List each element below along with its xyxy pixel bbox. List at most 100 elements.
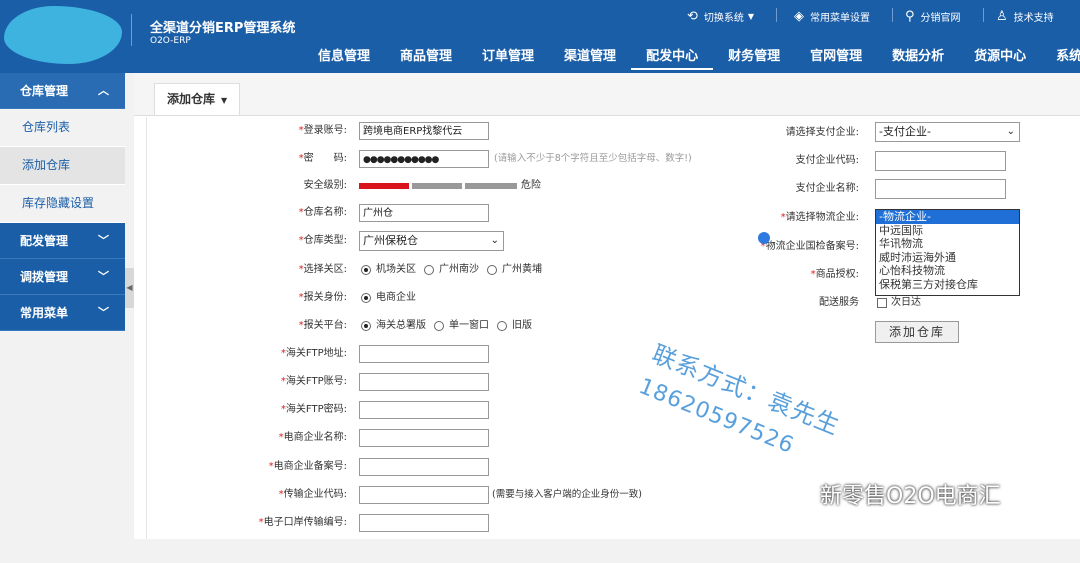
password-input[interactable]: ●●●●●●●●●●● xyxy=(359,150,489,168)
chevron-down-icon: ⌄ xyxy=(490,235,499,246)
customs-area-label: *选择关区: xyxy=(298,264,347,275)
sidebar-group-transfer[interactable]: 调拨管理 ﹀ xyxy=(0,259,125,295)
port-code-input[interactable] xyxy=(359,514,489,532)
radio-option[interactable]: 广州黄埔 xyxy=(487,260,542,280)
menu-settings-link[interactable]: ◈ 常用菜单设置 xyxy=(794,7,870,25)
pay-code-input[interactable] xyxy=(875,151,1006,171)
radio-option[interactable]: 广州南沙 xyxy=(424,260,479,280)
checkbox[interactable] xyxy=(877,298,887,308)
divider xyxy=(776,8,777,22)
list-option[interactable]: 中远国际 xyxy=(876,224,1019,238)
radio-button[interactable] xyxy=(487,265,497,275)
ec-name-input[interactable] xyxy=(359,429,489,447)
customs-area-radios: 机场关区 广州南沙 广州黄埔 xyxy=(361,260,550,280)
nav-distribution-center[interactable]: 配发中心 xyxy=(631,46,714,70)
nav-finance[interactable]: 财务管理 xyxy=(713,46,795,68)
account-input[interactable]: 跨境电商ERP找黎代云 xyxy=(359,122,489,140)
warehouse-type-label: *仓库类型: xyxy=(298,235,347,246)
warehouse-type-select[interactable]: 广州保税仓 ⌄ xyxy=(359,231,504,251)
ftp-account-label: *海关FTP账号: xyxy=(280,376,347,387)
tab-add-warehouse[interactable]: 添加仓库 ▼ xyxy=(154,83,240,115)
chevron-down-icon: ▼ xyxy=(747,11,755,21)
chevron-down-icon: ⌄ xyxy=(1006,126,1015,137)
radio-button[interactable] xyxy=(434,321,444,331)
transfer-code-label: *传输企业代码: xyxy=(278,489,347,500)
radio-button[interactable] xyxy=(361,265,371,275)
add-warehouse-button[interactable]: 添加仓库 xyxy=(875,321,959,343)
top-header: 全渠道分销ERP管理系统 O2O-ERP ⟲ 切换系统 ▼ ◈ 常用菜单设置 ⚲… xyxy=(0,0,1080,73)
goods-auth-label: *商品授权: xyxy=(810,269,859,280)
nav-channels[interactable]: 渠道管理 xyxy=(549,46,631,68)
list-option[interactable]: 华讯物流 xyxy=(876,237,1019,251)
main-nav: 信息管理 商品管理 订单管理 渠道管理 配发中心 财务管理 官网管理 数据分析 … xyxy=(303,46,1080,70)
declare-identity-radios: 电商企业 xyxy=(361,288,424,308)
ftp-password-label: *海关FTP密码: xyxy=(280,404,347,415)
delivery-option[interactable]: 次日达 xyxy=(877,293,921,313)
ftp-address-input[interactable] xyxy=(359,345,489,363)
radio-option[interactable]: 海关总署版 xyxy=(361,316,426,336)
delivery-label: 配送服务 xyxy=(819,297,859,308)
app-subtitle: O2O-ERP xyxy=(150,36,191,46)
transfer-code-input[interactable] xyxy=(359,486,489,504)
nav-info[interactable]: 信息管理 xyxy=(303,46,385,68)
chevron-down-icon: ﹀ xyxy=(98,306,109,319)
official-site-link[interactable]: ⚲ 分销官网 xyxy=(905,7,961,25)
network-icon: ⚲ xyxy=(905,8,915,24)
nav-goods[interactable]: 商品管理 xyxy=(385,46,467,68)
list-option[interactable]: -物流企业- xyxy=(876,210,1019,224)
list-option[interactable]: 心怡科技物流 xyxy=(876,264,1019,278)
declare-platform-label: *报关平台: xyxy=(298,320,347,331)
chevron-down-icon: ﹀ xyxy=(98,270,109,283)
tech-support-link[interactable]: ♙ 技术支持 xyxy=(996,7,1054,25)
list-option[interactable]: 保税第三方对接仓库 xyxy=(876,278,1019,292)
list-option[interactable]: 威时沛运海外通 xyxy=(876,251,1019,265)
radio-option[interactable]: 单一窗口 xyxy=(434,316,489,336)
radio-button[interactable] xyxy=(424,265,434,275)
radio-option[interactable]: 旧版 xyxy=(497,316,532,336)
switch-system-link[interactable]: ⟲ 切换系统 ▼ xyxy=(687,7,754,25)
declare-platform-radios: 海关总署版 单一窗口 旧版 xyxy=(361,316,540,336)
logistics-listbox[interactable]: -物流企业- 中远国际 华讯物流 威时沛运海外通 心怡科技物流 保税第三方对接仓… xyxy=(875,209,1020,296)
warehouse-name-input[interactable]: 广州仓 xyxy=(359,204,489,222)
sidebar-item-stock-hide-settings[interactable]: 库存隐藏设置 xyxy=(0,185,125,223)
security-level-text: 危险 xyxy=(521,180,541,191)
divider xyxy=(892,8,893,22)
pay-company-label: 请选择支付企业: xyxy=(785,127,859,138)
logistics-label: *请选择物流企业: xyxy=(780,212,859,223)
sidebar-group-common-menu[interactable]: 常用菜单 ﹀ xyxy=(0,295,125,331)
radio-option[interactable]: 电商企业 xyxy=(361,288,416,308)
wechat-icon xyxy=(781,483,810,505)
radio-button[interactable] xyxy=(361,321,371,331)
divider xyxy=(131,14,132,46)
nav-orders[interactable]: 订单管理 xyxy=(467,46,549,68)
ec-name-label: *电商企业名称: xyxy=(278,432,347,443)
sidebar-item-add-warehouse[interactable]: 添加仓库 xyxy=(0,147,125,185)
ftp-password-input[interactable] xyxy=(359,401,489,419)
radio-button[interactable] xyxy=(361,293,371,303)
ec-record-input[interactable] xyxy=(359,458,489,476)
nav-analytics[interactable]: 数据分析 xyxy=(877,46,959,68)
chevron-down-icon: ▼ xyxy=(221,96,228,105)
wechat-watermark: 新零售O2O电商汇 xyxy=(780,478,1001,510)
level-bar-3 xyxy=(465,183,517,189)
pay-name-input[interactable] xyxy=(875,179,1006,199)
sidebar-collapse-handle[interactable]: ◀ xyxy=(125,268,134,308)
security-level-label: 安全级别: xyxy=(303,180,347,191)
radio-option[interactable]: 机场关区 xyxy=(361,260,416,280)
sidebar-item-warehouse-list[interactable]: 仓库列表 xyxy=(0,109,125,147)
sidebar-group-warehouse[interactable]: 仓库管理 ︿ xyxy=(0,73,125,109)
ftp-account-input[interactable] xyxy=(359,373,489,391)
chevron-left-icon: ◀ xyxy=(126,283,133,292)
app-title: 全渠道分销ERP管理系统 xyxy=(150,21,296,36)
sidebar-group-distribution[interactable]: 配发管理 ﹀ xyxy=(0,223,125,259)
pay-name-label: 支付企业名称: xyxy=(795,183,859,194)
nav-website[interactable]: 官网管理 xyxy=(795,46,877,68)
pay-company-select[interactable]: -支付企业- ⌄ xyxy=(875,122,1020,142)
level-bar-1 xyxy=(359,183,409,189)
layers-icon: ◈ xyxy=(794,8,804,24)
nav-supply[interactable]: 货源中心 xyxy=(959,46,1041,68)
radio-button[interactable] xyxy=(497,321,507,331)
add-warehouse-form: *登录账号: 跨境电商ERP找黎代云 *密 码: ●●●●●●●●●●● (请输… xyxy=(146,117,1072,539)
nav-system[interactable]: 系统管 xyxy=(1041,46,1080,68)
cursor-indicator xyxy=(758,232,770,244)
